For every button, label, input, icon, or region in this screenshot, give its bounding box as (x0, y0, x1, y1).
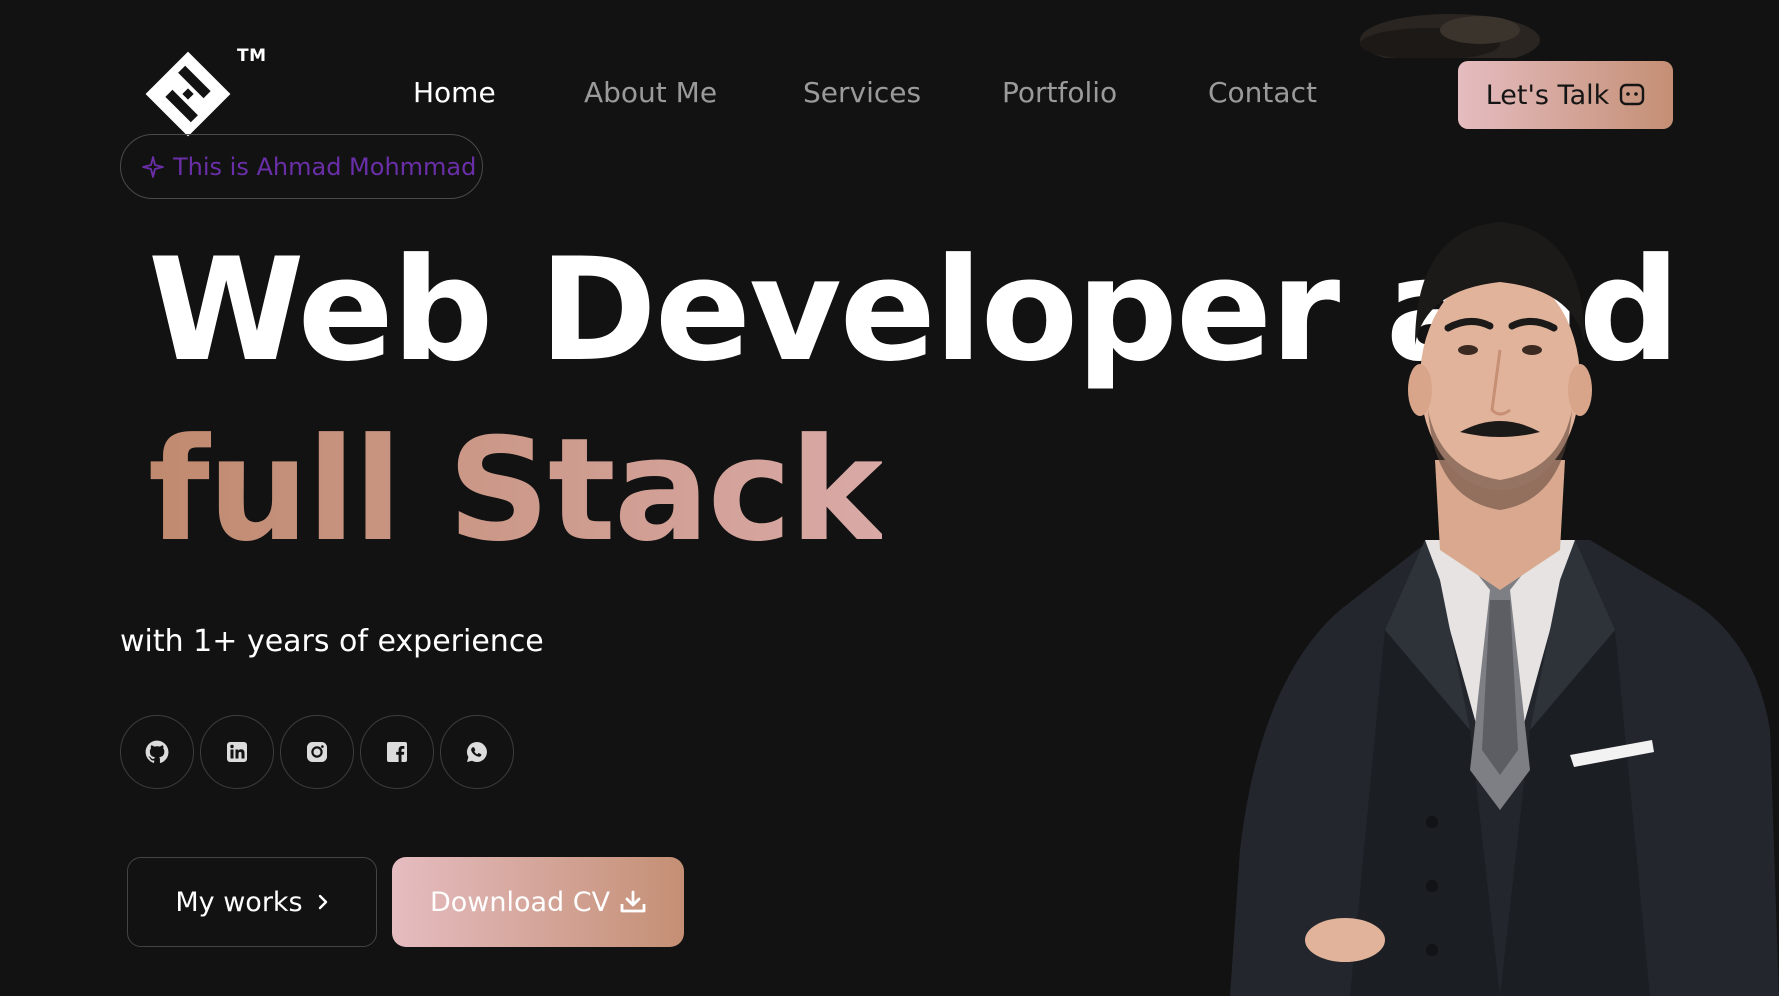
headline-line-2: full Stack (148, 408, 884, 573)
nav-about-me[interactable]: About Me (584, 76, 717, 109)
lets-talk-label: Let's Talk (1485, 79, 1610, 111)
logo-mark-icon (145, 51, 231, 137)
chat-icon (1620, 83, 1645, 106)
github-button[interactable] (120, 715, 194, 789)
intro-pill: This is Ahmad Mohmmad (120, 134, 483, 199)
my-works-button[interactable]: My works (127, 857, 377, 947)
nav-portfolio[interactable]: Portfolio (1002, 76, 1117, 109)
page: TM Home About Me Services Portfolio Cont… (0, 0, 1779, 996)
nav-home[interactable]: Home (413, 76, 496, 109)
download-icon (620, 890, 646, 913)
chevron-right-icon (318, 894, 327, 910)
facebook-button[interactable] (360, 715, 434, 789)
experience-subtitle: with 1+ years of experience (120, 624, 544, 659)
download-cv-button[interactable]: Download CV (392, 857, 684, 947)
my-works-label: My works (175, 886, 303, 918)
lets-talk-button[interactable]: Let's Talk (1458, 61, 1673, 129)
brand-logo[interactable] (138, 44, 248, 144)
github-icon (145, 740, 169, 763)
sparkle-icon (142, 155, 164, 178)
linkedin-icon (227, 742, 247, 762)
whatsapp-button[interactable] (440, 715, 514, 789)
facebook-icon (387, 742, 407, 762)
whatsapp-icon (467, 742, 487, 762)
nav-contact[interactable]: Contact (1208, 76, 1317, 109)
trademark-label: TM (237, 46, 267, 66)
nav-services[interactable]: Services (803, 76, 921, 109)
linkedin-button[interactable] (200, 715, 274, 789)
intro-text: This is Ahmad Mohmmad (173, 152, 477, 181)
instagram-button[interactable] (280, 715, 354, 789)
instagram-icon (307, 742, 327, 762)
download-cv-label: Download CV (429, 886, 611, 918)
social-links (120, 715, 514, 789)
background-image-fragment (1310, 0, 1540, 66)
profile-portrait (1170, 210, 1779, 996)
